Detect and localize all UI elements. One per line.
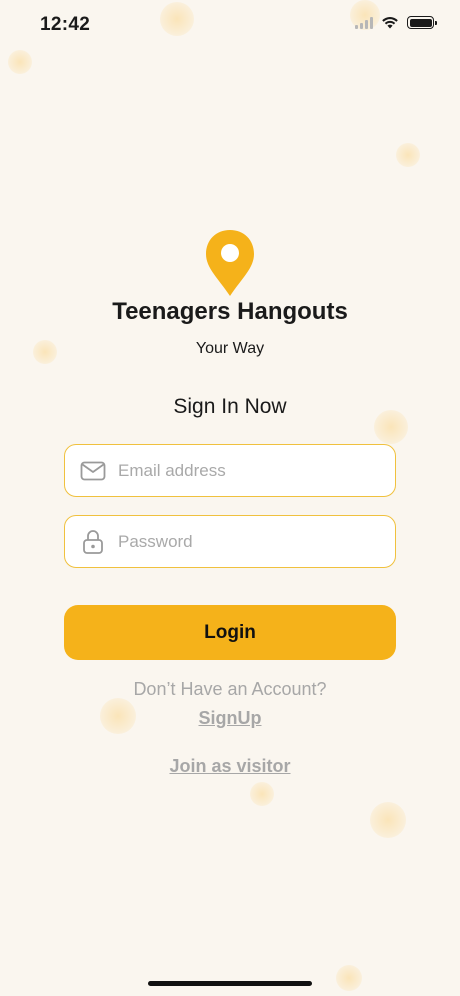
no-account-text: Don’t Have an Account? [133, 679, 327, 699]
status-icons [355, 16, 437, 29]
email-input[interactable] [118, 460, 378, 481]
home-indicator[interactable] [148, 981, 312, 986]
location-pin-icon [206, 230, 254, 296]
signup-link[interactable]: SignUp [0, 708, 460, 729]
background-dot [8, 50, 32, 74]
password-input[interactable] [118, 531, 378, 552]
status-time: 12:42 [40, 14, 91, 35]
login-button[interactable]: Login [64, 605, 396, 660]
sign-in-heading: Sign In Now [173, 395, 287, 418]
password-field[interactable] [64, 515, 396, 568]
join-as-visitor-link[interactable]: Join as visitor [0, 756, 460, 777]
email-field[interactable] [64, 444, 396, 497]
envelope-icon [79, 457, 107, 485]
app-subtitle: Your Way [195, 340, 265, 357]
background-dot [336, 965, 362, 991]
background-dot [396, 143, 420, 167]
battery-icon [407, 16, 437, 29]
status-bar: 12:42 [0, 0, 460, 52]
app-title: Teenagers Hangouts [112, 298, 348, 325]
wifi-icon [382, 17, 398, 29]
cellular-signal-icon [355, 16, 373, 29]
background-dot [370, 802, 406, 838]
lock-icon [79, 528, 107, 556]
background-dot [250, 782, 274, 806]
